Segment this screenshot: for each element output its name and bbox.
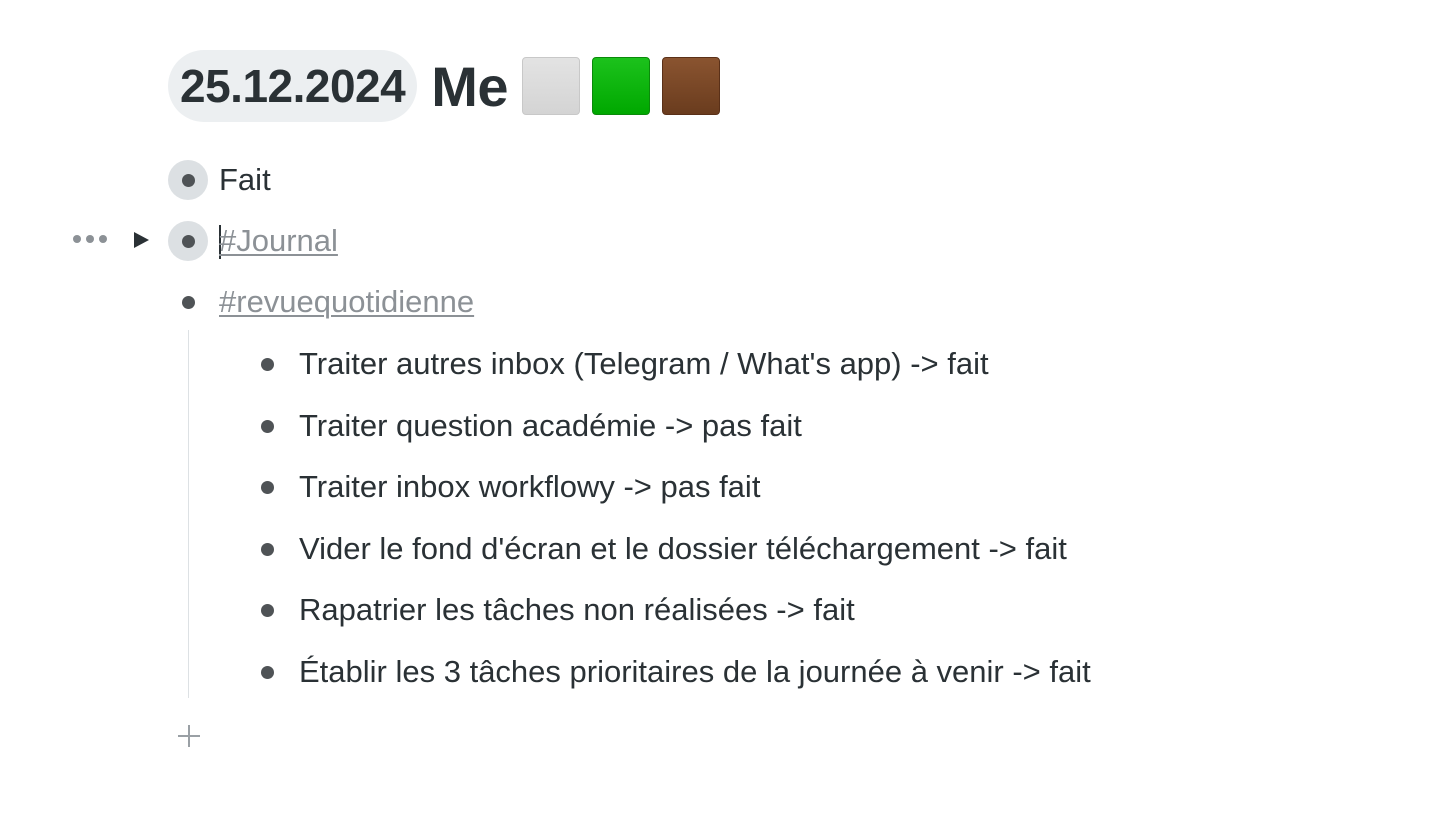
bullet-icon[interactable] [168, 282, 208, 322]
list-item-label-wrap[interactable]: #Journal [219, 223, 338, 260]
outline-page: 25.12.2024 Me Fait #Journal #revuequotid… [0, 0, 1454, 820]
tag-journal[interactable]: #Journal [219, 223, 338, 258]
list-item[interactable]: Traiter inbox workflowy -> pas fait [247, 467, 760, 507]
white-square-icon [522, 57, 581, 115]
green-square-icon [592, 57, 651, 115]
list-item-label[interactable]: Traiter autres inbox (Telegram / What's … [299, 346, 989, 382]
indent-guide [188, 330, 189, 698]
list-item-journal[interactable]: #Journal [168, 221, 338, 261]
list-item[interactable]: Rapatrier les tâches non réalisées -> fa… [247, 590, 855, 630]
list-item-label[interactable]: Traiter question académie -> pas fait [299, 408, 802, 444]
list-item-fait[interactable]: Fait [168, 160, 271, 200]
bullet-icon[interactable] [247, 467, 287, 507]
list-item-revuequotidienne[interactable]: #revuequotidienne [168, 282, 474, 322]
list-item-label[interactable]: Établir les 3 tâches prioritaires de la … [299, 654, 1091, 690]
page-title[interactable]: Me [431, 54, 508, 119]
list-item[interactable]: Traiter question académie -> pas fait [247, 406, 802, 446]
bullet-icon[interactable] [247, 344, 287, 384]
bullet-icon[interactable] [168, 221, 208, 261]
expand-arrow-icon[interactable] [134, 232, 149, 248]
bullet-icon[interactable] [247, 529, 287, 569]
bullet-icon[interactable] [247, 590, 287, 630]
list-item[interactable]: Vider le fond d'écran et le dossier télé… [247, 529, 1067, 569]
date-chip[interactable]: 25.12.2024 [168, 50, 418, 122]
bullet-icon[interactable] [247, 406, 287, 446]
tag-revuequotidienne[interactable]: #revuequotidienne [219, 284, 474, 320]
list-item-label[interactable]: Fait [219, 162, 271, 198]
list-item-label[interactable]: Rapatrier les tâches non réalisées -> fa… [299, 592, 855, 628]
list-item-label[interactable]: Vider le fond d'écran et le dossier télé… [299, 531, 1067, 567]
more-options-icon[interactable] [73, 235, 107, 243]
list-item-label[interactable]: Traiter inbox workflowy -> pas fait [299, 469, 760, 505]
brown-square-icon [662, 57, 721, 115]
date-label: 25.12.2024 [180, 60, 406, 112]
list-item[interactable]: Établir les 3 tâches prioritaires de la … [247, 652, 1091, 692]
list-item[interactable]: Traiter autres inbox (Telegram / What's … [247, 344, 989, 384]
bullet-icon[interactable] [247, 652, 287, 692]
bullet-icon[interactable] [168, 160, 208, 200]
page-title-row: 25.12.2024 Me [168, 50, 721, 122]
add-item-icon[interactable] [176, 723, 202, 749]
